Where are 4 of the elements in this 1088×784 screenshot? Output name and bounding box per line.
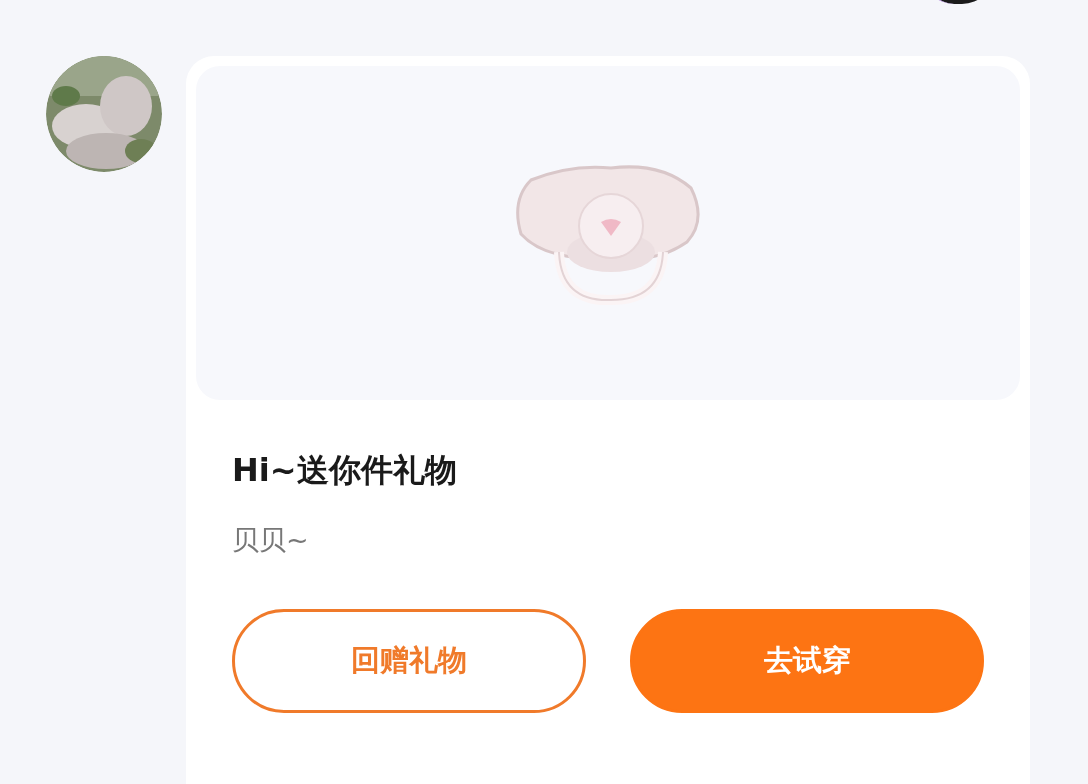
message-subtitle: 贝贝~ xyxy=(232,523,310,557)
return-gift-button[interactable]: 回赠礼物 xyxy=(232,608,586,713)
try-on-button[interactable]: 去试穿 xyxy=(630,608,984,713)
message-title: Hi~送你件礼物 xyxy=(232,450,458,491)
